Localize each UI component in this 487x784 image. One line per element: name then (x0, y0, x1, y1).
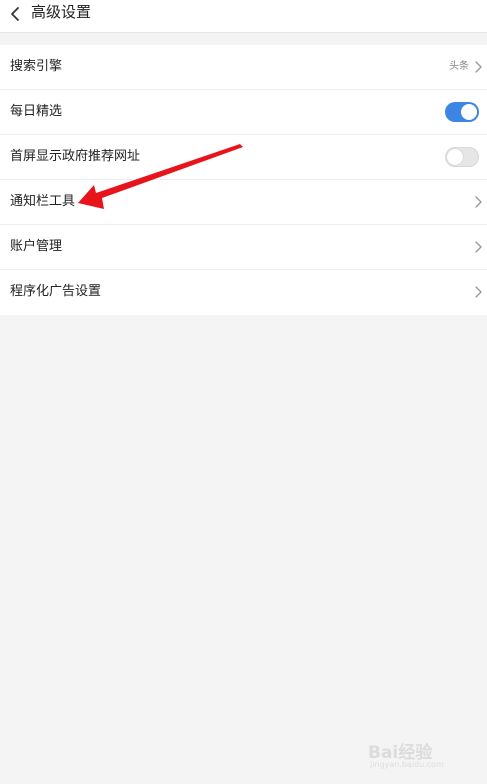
chevron-right-icon (475, 241, 482, 253)
chevron-left-icon (11, 7, 19, 21)
watermark-url: jingyan.baidu.com (370, 760, 444, 769)
setting-label: 账户管理 (10, 239, 63, 254)
gov-sites-toggle[interactable] (445, 147, 479, 167)
setting-label: 程序化广告设置 (10, 284, 102, 299)
setting-row-account[interactable]: 账户管理 (0, 225, 487, 270)
setting-row-notification-tools[interactable]: 通知栏工具 (0, 180, 487, 225)
chevron-right-icon (475, 196, 482, 208)
page-title: 高级设置 (31, 3, 92, 21)
toggle-knob (447, 149, 463, 165)
setting-label: 首屏显示政府推荐网址 (10, 149, 141, 164)
top-bar: 高级设置 (0, 0, 487, 33)
setting-row-search-engine[interactable]: 搜索引擎 头条 (0, 45, 487, 90)
setting-row-daily-picks: 每日精选 (0, 90, 487, 135)
setting-row-programmatic-ads[interactable]: 程序化广告设置 (0, 270, 487, 315)
baidu-jingyan-watermark: Bai经验 jingyan.baidu.com (368, 738, 478, 776)
settings-list: 搜索引擎 头条 每日精选 首屏显示政府推荐网址 通知栏工具 账户管理 程序化广告… (0, 45, 487, 315)
chevron-right-icon (475, 61, 482, 73)
chevron-right-icon (475, 286, 482, 298)
setting-label: 每日精选 (10, 104, 63, 119)
setting-row-gov-sites: 首屏显示政府推荐网址 (0, 135, 487, 180)
back-button[interactable] (0, 0, 30, 28)
setting-label: 搜索引擎 (10, 59, 63, 74)
toggle-knob (461, 104, 477, 120)
setting-label: 通知栏工具 (10, 194, 76, 209)
setting-value: 头条 (449, 61, 469, 72)
daily-picks-toggle[interactable] (445, 102, 479, 122)
